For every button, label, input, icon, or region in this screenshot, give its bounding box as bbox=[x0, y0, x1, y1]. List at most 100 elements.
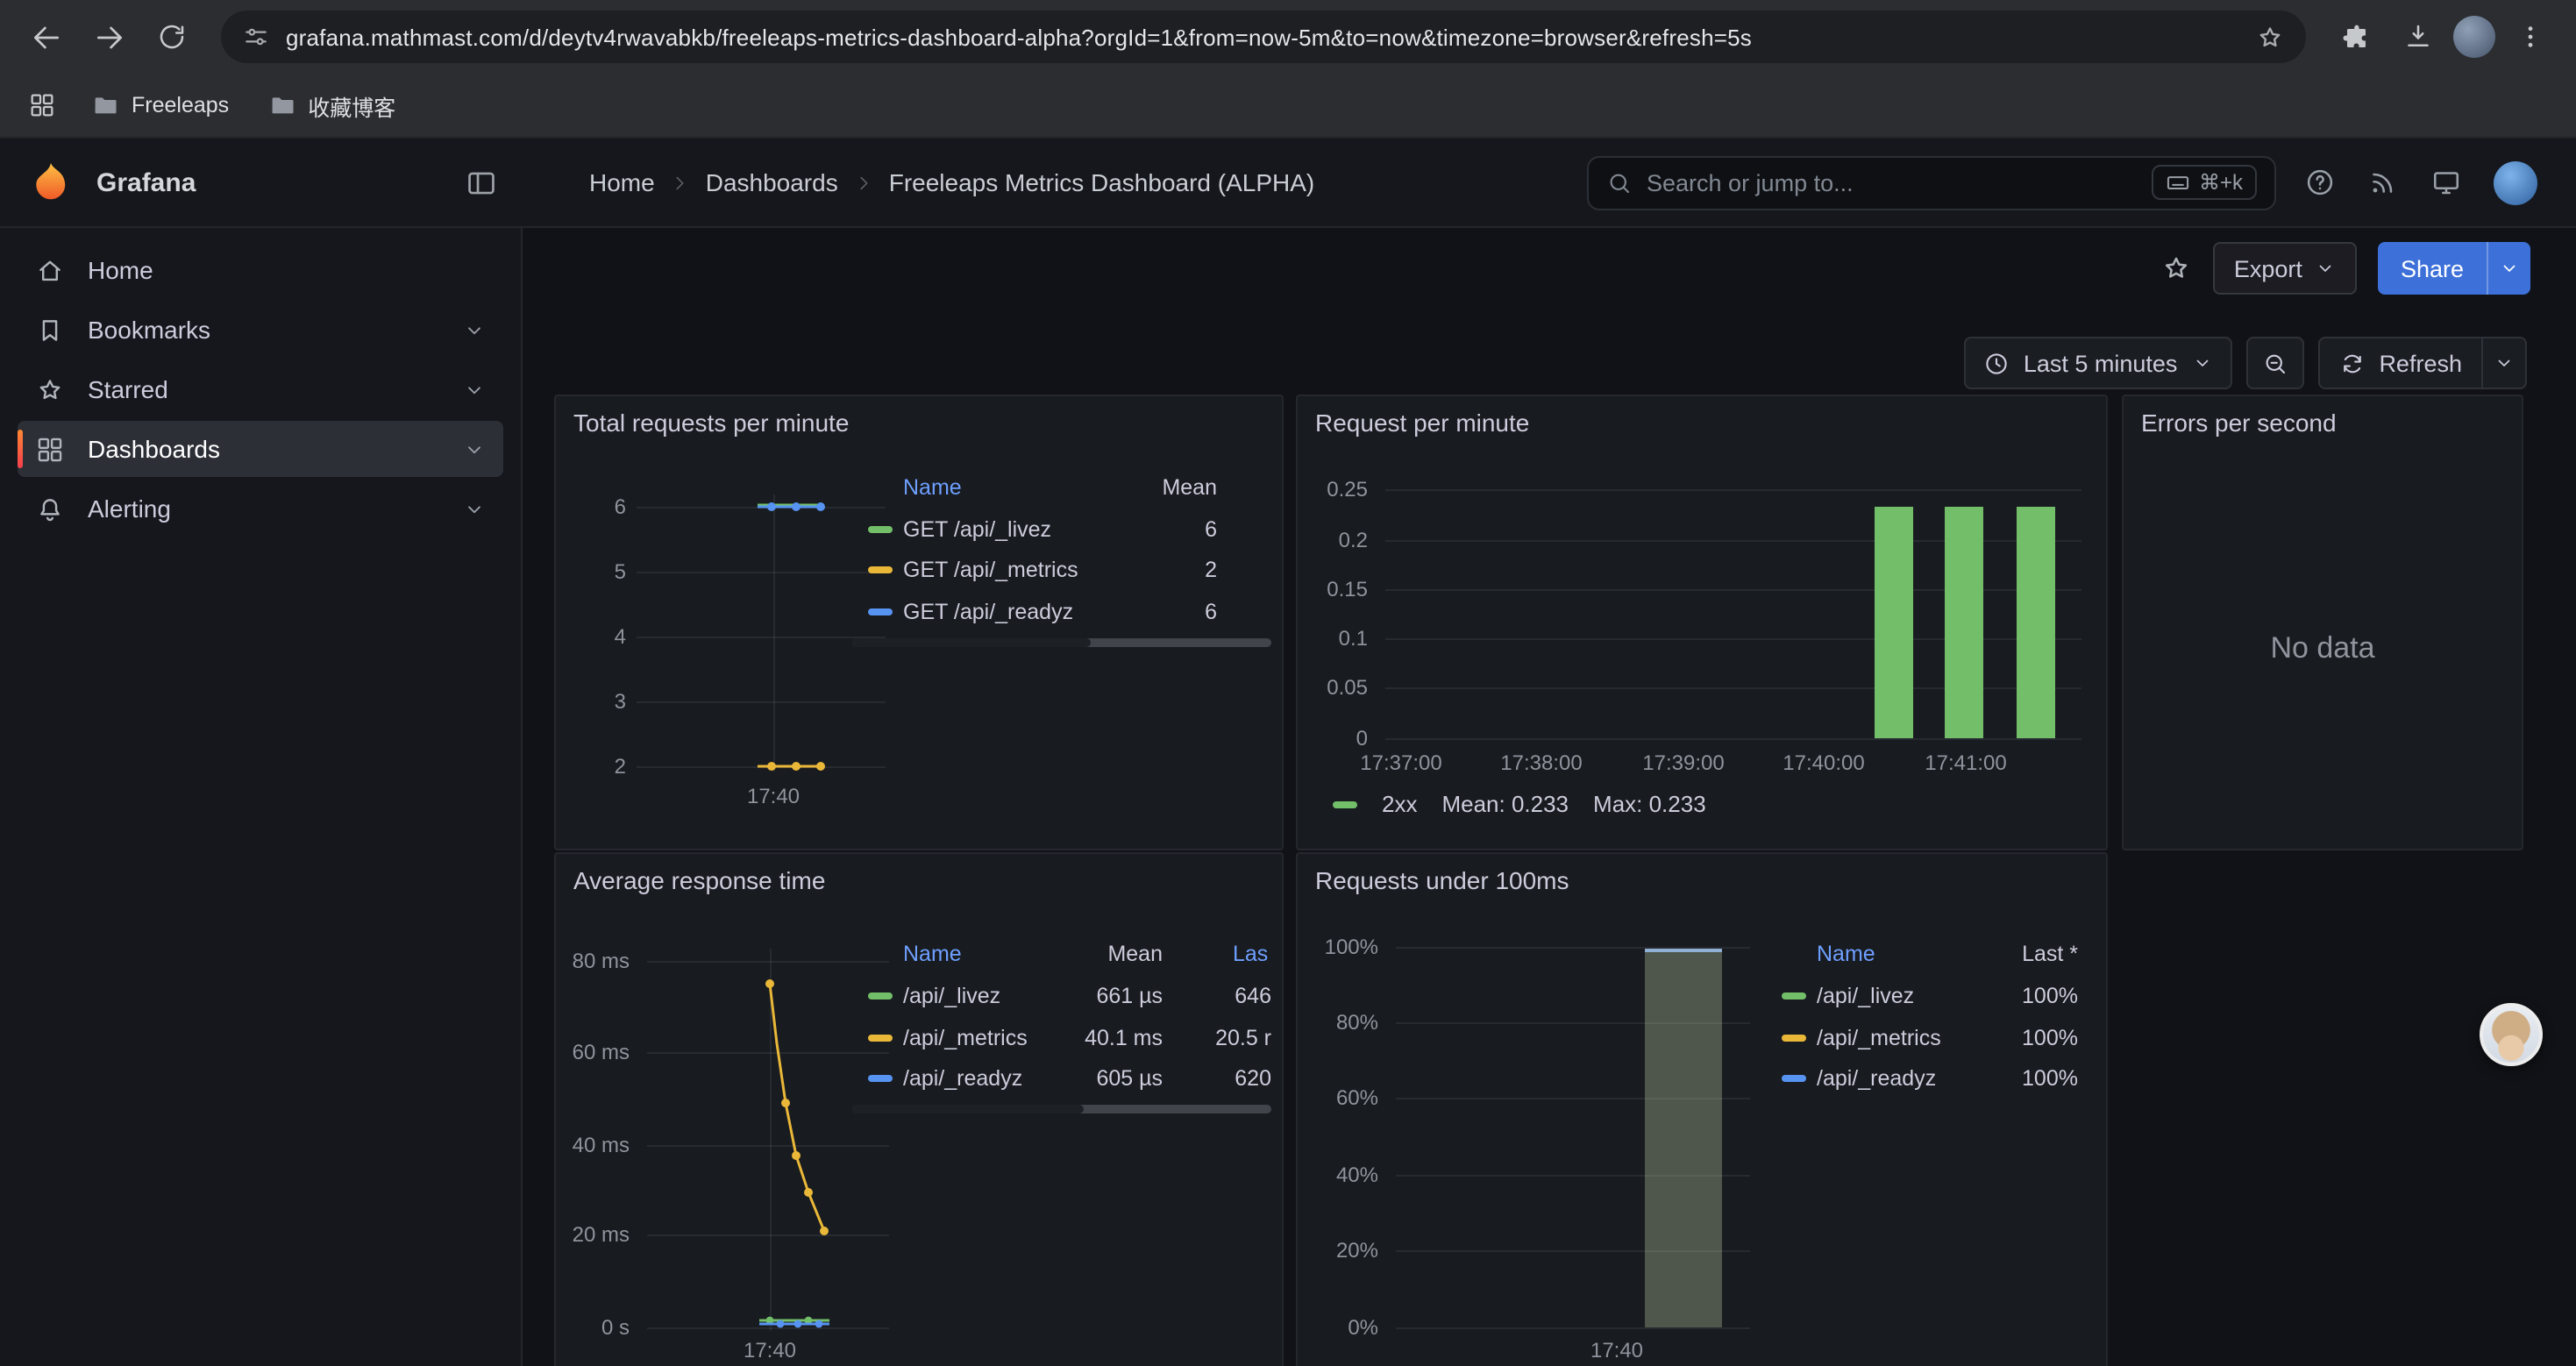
sidebar-item-label: Alerting bbox=[88, 494, 171, 523]
breadcrumb-dashboards[interactable]: Dashboards bbox=[706, 168, 838, 196]
bookmark-item[interactable]: 收藏博客 bbox=[253, 82, 409, 129]
series-swatch[interactable] bbox=[868, 1035, 893, 1042]
series-swatch[interactable] bbox=[1782, 1035, 1806, 1042]
series-swatch[interactable] bbox=[1782, 1075, 1806, 1082]
panel-title[interactable]: Errors per second bbox=[2141, 409, 2337, 437]
refresh-interval-dropdown[interactable] bbox=[2481, 338, 2525, 388]
legend-mean: Mean: 0.233 bbox=[1441, 791, 1569, 817]
legend-value: 6 bbox=[1101, 516, 1217, 544]
floating-assistant-avatar[interactable] bbox=[2480, 1003, 2543, 1066]
series-swatch[interactable] bbox=[868, 608, 893, 615]
search-placeholder: Search or jump to... bbox=[1647, 169, 1854, 196]
dock-sidebar-icon[interactable] bbox=[465, 166, 498, 199]
legend-value: 605 µs bbox=[1047, 1064, 1163, 1092]
site-settings-icon[interactable] bbox=[242, 23, 270, 51]
sidebar-item-alerting[interactable]: Alerting bbox=[18, 480, 503, 537]
legend-series-name[interactable]: GET /api/_livez bbox=[903, 516, 1051, 544]
legend-col-name[interactable]: Name bbox=[1817, 940, 1875, 968]
series-swatch[interactable] bbox=[1333, 800, 1357, 808]
legend-col-name[interactable]: Name bbox=[903, 473, 962, 502]
panel-requests-under-100ms: Requests under 100ms 100% 80% 60% 40% 20… bbox=[1296, 852, 2108, 1366]
sidebar-item-label: Starred bbox=[88, 375, 168, 403]
chart-series[interactable] bbox=[1298, 854, 2108, 1366]
legend-value: 100% bbox=[1955, 1064, 2078, 1092]
browser-menu-icon[interactable] bbox=[2502, 9, 2558, 65]
grafana-nav-left: Grafana bbox=[0, 160, 523, 205]
back-button[interactable] bbox=[18, 9, 74, 65]
browser-profile-avatar[interactable] bbox=[2453, 16, 2495, 58]
legend-series-name[interactable]: /api/_livez bbox=[1817, 982, 1914, 1010]
series-swatch[interactable] bbox=[868, 566, 893, 573]
legend-series-name[interactable]: GET /api/_metrics bbox=[903, 556, 1078, 584]
browser-toolbar: grafana.mathmast.com/d/deytv4rwavabkb/fr… bbox=[0, 0, 2576, 74]
chevron-down-icon[interactable] bbox=[463, 438, 486, 460]
bookmark-star-icon[interactable] bbox=[2255, 22, 2285, 52]
refresh-button[interactable]: Refresh bbox=[2319, 338, 2481, 388]
series-swatch[interactable] bbox=[1782, 992, 1806, 1000]
sidebar-item-dashboards[interactable]: Dashboards bbox=[18, 421, 503, 477]
downloads-icon[interactable] bbox=[2390, 9, 2446, 65]
grafana-logo[interactable] bbox=[28, 160, 74, 205]
series-swatch[interactable] bbox=[868, 526, 893, 533]
legend-series-name[interactable]: /api/_readyz bbox=[903, 1064, 1022, 1092]
panel-errors-per-second: Errors per second No data bbox=[2122, 395, 2523, 850]
share-dropdown-icon[interactable] bbox=[2487, 242, 2530, 295]
sidebar-item-bookmarks[interactable]: Bookmarks bbox=[18, 302, 503, 358]
series-swatch[interactable] bbox=[868, 992, 893, 1000]
breadcrumb-home[interactable]: Home bbox=[589, 168, 655, 196]
bell-icon bbox=[35, 494, 65, 523]
legend-max: Max: 0.233 bbox=[1593, 791, 1706, 817]
dashboard-actions: Export Share bbox=[2160, 242, 2530, 295]
legend-col-last[interactable]: Last * bbox=[1955, 940, 2078, 968]
address-bar[interactable]: grafana.mathmast.com/d/deytv4rwavabkb/fr… bbox=[221, 11, 2306, 63]
share-button[interactable]: Share bbox=[2378, 242, 2530, 295]
folder-icon bbox=[267, 91, 295, 119]
monitor-icon[interactable] bbox=[2430, 167, 2462, 198]
home-icon bbox=[35, 255, 65, 285]
extensions-icon[interactable] bbox=[2327, 9, 2383, 65]
legend-series-name[interactable]: /api/_metrics bbox=[903, 1024, 1028, 1052]
sidebar-item-home[interactable]: Home bbox=[18, 242, 503, 298]
search-input[interactable]: Search or jump to... ⌘+k bbox=[1587, 155, 2276, 210]
legend-col-name[interactable]: Name bbox=[903, 940, 962, 968]
grafana-topnav: Grafana Home Dashboards Freeleaps Metric… bbox=[0, 139, 2576, 228]
legend-scrollbar-thumb[interactable] bbox=[852, 638, 1091, 647]
folder-icon bbox=[91, 91, 119, 119]
legend-scrollbar-thumb[interactable] bbox=[852, 1105, 1084, 1113]
legend-value: 620 bbox=[1180, 1064, 1271, 1092]
no-data-message: No data bbox=[2124, 631, 2522, 666]
refresh-icon bbox=[2338, 350, 2365, 376]
chevron-down-icon[interactable] bbox=[463, 497, 486, 520]
legend-series-name[interactable]: /api/_livez bbox=[903, 982, 1000, 1010]
legend-col-mean[interactable]: Mean bbox=[1047, 940, 1163, 968]
legend-value: 100% bbox=[1955, 982, 2078, 1010]
zoom-out-icon bbox=[2261, 350, 2288, 376]
grafana-user-avatar[interactable] bbox=[2494, 160, 2537, 204]
zoom-out-button[interactable] bbox=[2245, 337, 2303, 389]
chart-series[interactable] bbox=[1298, 396, 2108, 850]
refresh-control: Refresh bbox=[2317, 337, 2527, 389]
legend-series-name[interactable]: /api/_readyz bbox=[1817, 1064, 1936, 1092]
reload-button[interactable] bbox=[144, 9, 200, 65]
legend-series-name[interactable]: /api/_metrics bbox=[1817, 1024, 1941, 1052]
chevron-down-icon[interactable] bbox=[463, 318, 486, 341]
legend-series-name[interactable]: GET /api/_readyz bbox=[903, 598, 1073, 626]
help-icon[interactable] bbox=[2304, 167, 2336, 198]
url-text[interactable]: grafana.mathmast.com/d/deytv4rwavabkb/fr… bbox=[286, 24, 2239, 50]
brand-name[interactable]: Grafana bbox=[96, 167, 196, 197]
sidebar-item-starred[interactable]: Starred bbox=[18, 361, 503, 417]
apps-grid-icon[interactable] bbox=[18, 81, 67, 130]
export-button[interactable]: Export bbox=[2213, 242, 2357, 295]
forward-button[interactable] bbox=[81, 9, 137, 65]
chevron-down-icon[interactable] bbox=[463, 378, 486, 401]
series-swatch[interactable] bbox=[868, 1075, 893, 1082]
news-rss-icon[interactable] bbox=[2367, 167, 2399, 198]
favorite-star-icon[interactable] bbox=[2160, 253, 2192, 284]
legend-value: 2 bbox=[1101, 556, 1217, 584]
bookmark-item[interactable]: Freeleaps bbox=[77, 84, 243, 126]
clock-icon bbox=[1983, 350, 2010, 376]
time-range-picker[interactable]: Last 5 minutes bbox=[1964, 337, 2232, 389]
legend-col-last[interactable]: Las bbox=[1233, 940, 1268, 968]
legend-series-name[interactable]: 2xx bbox=[1382, 791, 1417, 817]
legend-col-mean[interactable]: Mean bbox=[1101, 473, 1217, 502]
